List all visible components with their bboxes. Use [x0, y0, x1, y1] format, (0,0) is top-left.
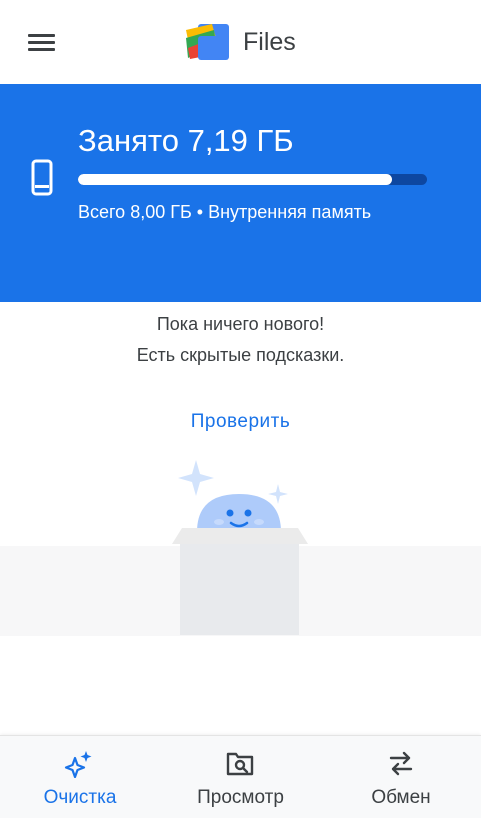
nav-item-clean[interactable]: Очистка: [0, 736, 160, 818]
app-bar: Files: [0, 0, 481, 84]
hamburger-menu-icon[interactable]: [20, 24, 64, 60]
nav-label-browse: Просмотр: [197, 787, 284, 808]
storage-card[interactable]: Занято 7,19 ГБ Всего 8,00 ГБ • Внутрення…: [0, 84, 481, 302]
smartphone-icon: [31, 159, 53, 196]
storage-progress-fill: [78, 174, 392, 185]
app-title: Files: [243, 28, 296, 56]
storage-total-label: Всего 8,00 ГБ • Внутренняя память: [78, 202, 372, 222]
swap-arrows-icon: [389, 751, 413, 776]
storage-progress-bar: [78, 174, 427, 185]
folder-search-icon: [226, 752, 254, 776]
happy-box-illustration: [172, 460, 308, 635]
empty-state-line-2: Есть скрытые подсказки.: [136, 345, 345, 365]
nav-item-browse[interactable]: Просмотр: [160, 736, 321, 818]
files-logo-icon: [186, 24, 229, 60]
sparkle-clean-icon: [64, 751, 92, 778]
nav-label-clean: Очистка: [43, 787, 117, 808]
empty-state-message: Пока ничего нового! Есть скрытые подсказ…: [0, 309, 481, 371]
nav-label-share: Обмен: [371, 787, 431, 808]
storage-used-label: Занято 7,19 ГБ: [78, 123, 294, 158]
bottom-navigation: Очистка Просмотр Обмен: [0, 735, 481, 818]
empty-state-line-1: Пока ничего нового!: [156, 314, 325, 334]
check-button[interactable]: Проверить: [170, 404, 311, 440]
nav-item-share[interactable]: Обмен: [321, 736, 481, 818]
